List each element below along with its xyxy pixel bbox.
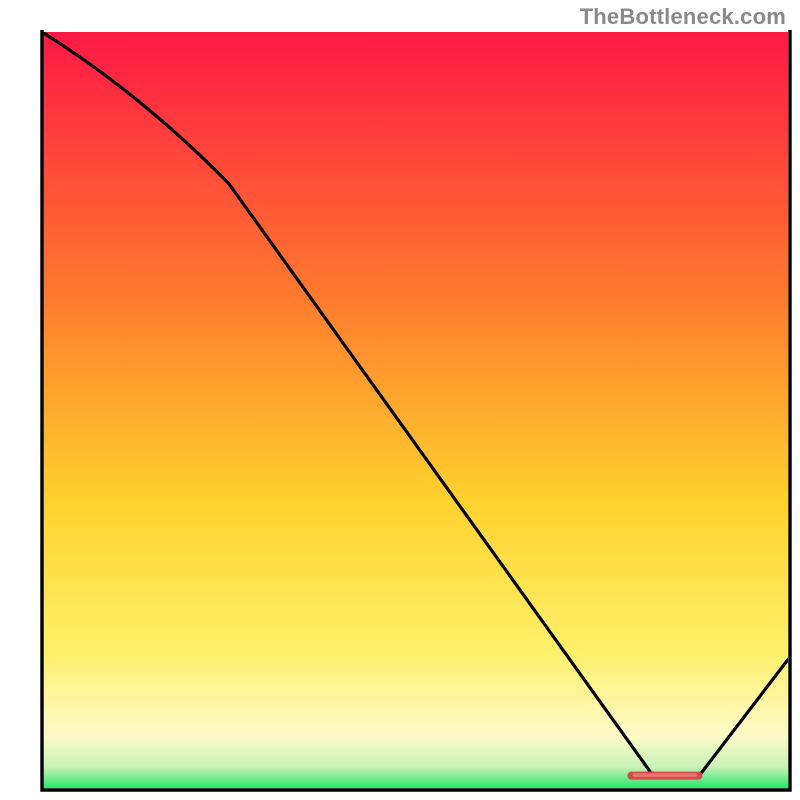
gradient-background — [42, 32, 788, 788]
watermark-text: TheBottleneck.com — [580, 4, 786, 30]
chart-container: TheBottleneck.com — [0, 0, 800, 800]
chart-svg — [0, 0, 800, 800]
